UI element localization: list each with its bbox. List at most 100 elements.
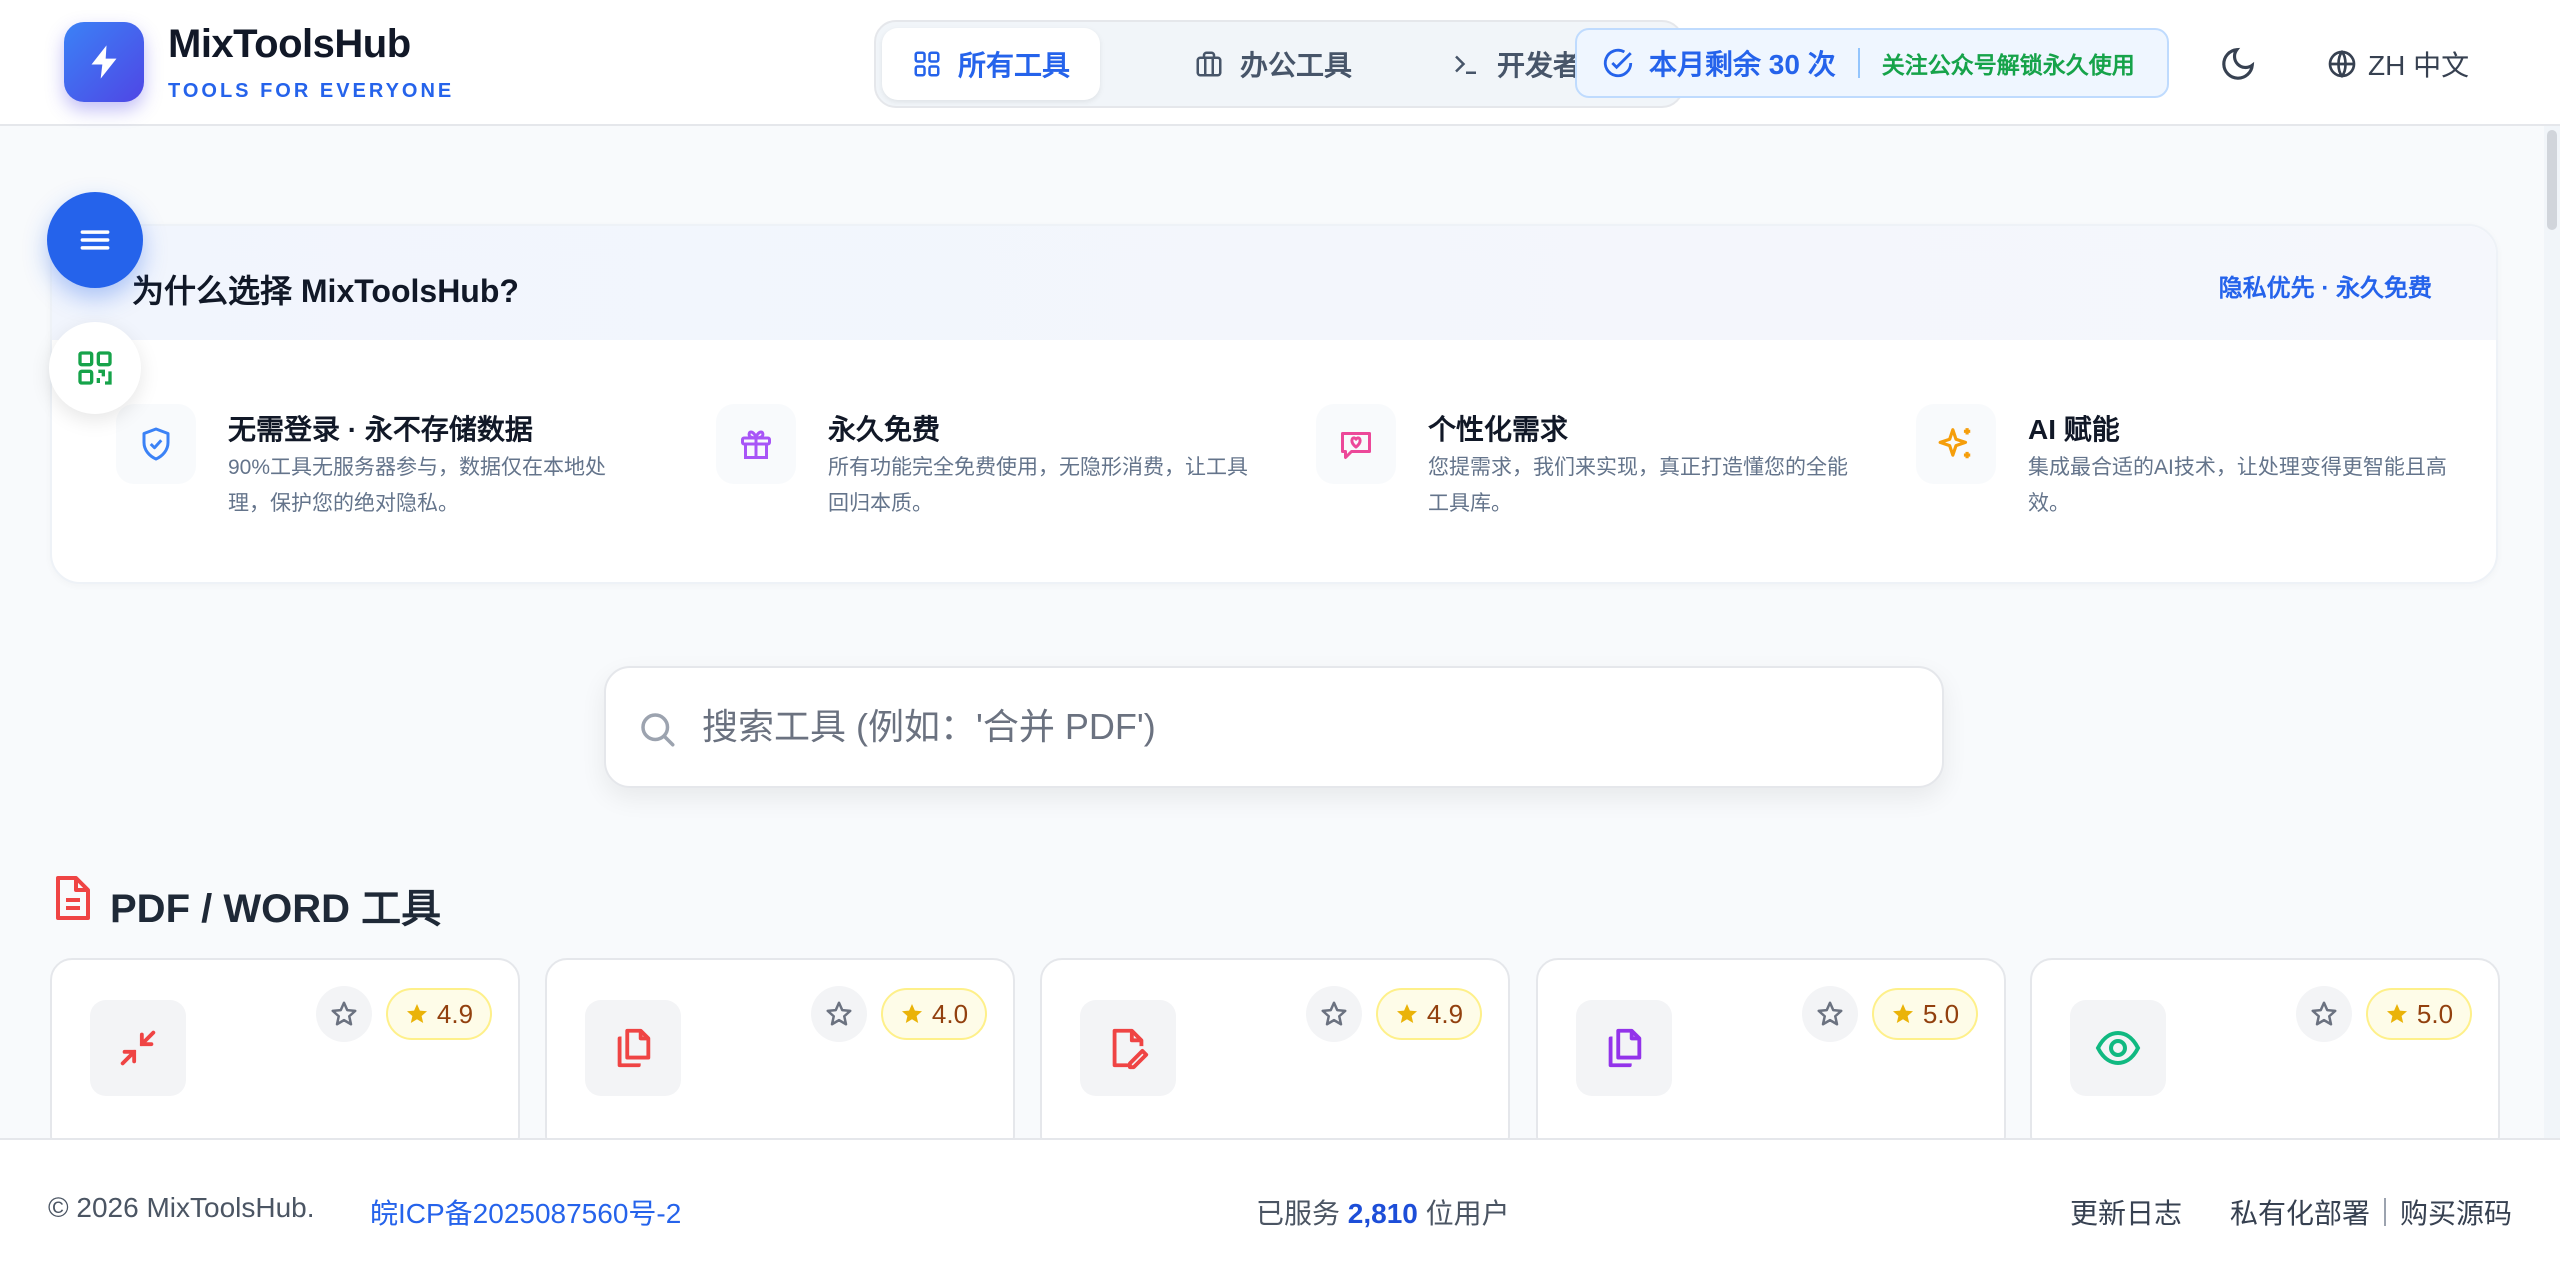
- unlock-link[interactable]: 关注公众号解锁永久使用: [1882, 46, 2135, 80]
- tab-office-tools[interactable]: 办公工具: [1164, 28, 1382, 100]
- brand-name[interactable]: MixToolsHub: [168, 22, 411, 67]
- tool-icon-box: [90, 1000, 186, 1096]
- tool-icon-box: [2070, 1000, 2166, 1096]
- moon-icon: [2222, 47, 2255, 80]
- divider: [1857, 48, 1860, 78]
- stats-count: 2,810: [1347, 1198, 1418, 1229]
- tool-card[interactable]: 4.0: [545, 958, 1015, 1158]
- favorite-button[interactable]: [1802, 986, 1858, 1042]
- section-title: PDF / WORD 工具: [110, 887, 442, 931]
- star-outline-icon: [2311, 1001, 2337, 1026]
- buy-source-link[interactable]: 购买源码: [2400, 1192, 2512, 1232]
- language-label: ZH 中文: [2368, 50, 2470, 81]
- floating-menu-button[interactable]: [47, 192, 143, 288]
- favorite-button[interactable]: [1306, 986, 1362, 1042]
- terminal-icon: [1455, 55, 1476, 74]
- feature-desc: 90%工具无服务器参与，数据仅在本地处理，保护您的绝对隐私。: [228, 456, 607, 515]
- tab-label: 办公工具: [1240, 50, 1353, 81]
- tool-card[interactable]: 4.9: [50, 958, 520, 1158]
- lightning-icon: [91, 45, 117, 79]
- search-bar[interactable]: [604, 666, 1944, 788]
- rating-value: 4.9: [1426, 998, 1464, 1029]
- category-nav: 所有工具 办公工具 开发者: [874, 20, 1684, 108]
- feature-title: 个性化需求: [1428, 414, 1569, 445]
- search-icon: [641, 713, 675, 747]
- eye-icon: [2095, 1030, 2141, 1066]
- menu-icon: [80, 230, 110, 250]
- language-switcher[interactable]: ZH 中文: [2326, 38, 2469, 90]
- rating-value: 4.0: [931, 998, 969, 1029]
- message-heart-icon: [1341, 432, 1371, 459]
- quota-banner[interactable]: 本月剩余 30 次 关注公众号解锁永久使用: [1575, 28, 2169, 98]
- stats-suffix: 位用户: [1425, 1198, 1510, 1229]
- footer-links: 更新日志 私有化部署 购买源码: [2070, 1192, 2512, 1232]
- tab-all-tools[interactable]: 所有工具: [882, 28, 1101, 100]
- favorite-button[interactable]: [2296, 986, 2352, 1042]
- user-stats: 已服务 2,810 位用户: [1256, 1192, 1510, 1232]
- briefcase-icon: [1196, 51, 1222, 77]
- star-icon: [1892, 1004, 1913, 1023]
- search-input[interactable]: [702, 668, 1902, 786]
- changelog-link[interactable]: 更新日志: [2070, 1192, 2182, 1232]
- divider: [2383, 1198, 2386, 1226]
- star-icon: [406, 1004, 427, 1023]
- file-edit-icon: [1112, 1028, 1149, 1070]
- rating-value: 4.9: [436, 998, 474, 1029]
- check-circle-icon: [1603, 48, 1633, 78]
- copy-file-icon: [1608, 1028, 1642, 1068]
- privacy-badge: 隐私优先 · 永久免费: [2218, 275, 2432, 302]
- quota-remaining: 本月剩余 30 次: [1649, 49, 1836, 80]
- feature-title: AI 赋能: [2028, 414, 2120, 445]
- sparkles-icon: [1938, 428, 1971, 459]
- grid-icon: [914, 51, 940, 77]
- icp-link[interactable]: 皖ICP备2025087560号-2: [370, 1192, 681, 1232]
- document-icon: [56, 876, 90, 920]
- star-outline-icon: [1321, 1001, 1347, 1026]
- tool-icon-box: [1080, 1000, 1176, 1096]
- why-choose-card: 为什么选择 MixToolsHub? 隐私优先 · 永久免费 无需登录 · 永不…: [50, 224, 2498, 584]
- tab-label: 开发者: [1497, 50, 1582, 81]
- tool-icon-box: [1576, 1000, 1672, 1096]
- feature-title: 无需登录 · 永不存储数据: [228, 414, 533, 445]
- star-icon: [1396, 1004, 1417, 1023]
- private-deploy-link[interactable]: 私有化部署: [2230, 1192, 2370, 1232]
- feature-title: 永久免费: [828, 414, 941, 445]
- scrollbar-track[interactable]: [2544, 126, 2560, 1138]
- feature-icon-box: [116, 404, 196, 484]
- why-card-header: 为什么选择 MixToolsHub? 隐私优先 · 永久免费: [52, 226, 2496, 340]
- star-icon: [901, 1004, 922, 1023]
- rating-value: 5.0: [1922, 998, 1960, 1029]
- qr-code-icon: [78, 351, 112, 385]
- favorite-button[interactable]: [316, 986, 372, 1042]
- footer: © 2026 MixToolsHub. 皖ICP备2025087560号-2 已…: [0, 1138, 2560, 1278]
- rating-value: 5.0: [2416, 998, 2454, 1029]
- tool-card[interactable]: 5.0: [2030, 958, 2500, 1158]
- why-title: 为什么选择 MixToolsHub?: [132, 273, 519, 309]
- brand-tagline: TOOLS FOR EVERYONE: [168, 80, 455, 102]
- top-header: MixToolsHub TOOLS FOR EVERYONE 所有工具 办公工具…: [0, 0, 2560, 126]
- star-icon: [2386, 1004, 2407, 1023]
- star-outline-icon: [1817, 1001, 1843, 1026]
- tool-card[interactable]: 5.0: [1536, 958, 2006, 1158]
- feature-desc: 集成最合适的AI技术，让处理变得更智能且高效。: [2028, 456, 2447, 515]
- copyright: © 2026 MixToolsHub.: [48, 1192, 315, 1223]
- favorite-button[interactable]: [811, 986, 867, 1042]
- gift-icon: [741, 430, 771, 459]
- globe-icon: [2328, 49, 2356, 79]
- tool-card[interactable]: 4.9: [1040, 958, 1510, 1158]
- feature-icon-box: [716, 404, 796, 484]
- rating-badge: 4.9: [1376, 988, 1482, 1040]
- scrollbar-thumb[interactable]: [2547, 130, 2557, 230]
- rating-badge: 4.9: [386, 988, 492, 1040]
- shield-check-icon: [142, 427, 170, 461]
- floating-qr-button[interactable]: [49, 322, 141, 414]
- stats-prefix: 已服务: [1256, 1198, 1341, 1229]
- feature-custom-needs: 个性化需求 您提需求，我们来实现，真正打造懂您的全能工具库。: [1316, 404, 1896, 544]
- feature-no-login: 无需登录 · 永不存储数据 90%工具无服务器参与，数据仅在本地处理，保护您的绝…: [116, 404, 696, 544]
- rating-badge: 4.0: [881, 988, 987, 1040]
- tab-label: 所有工具: [958, 50, 1071, 81]
- feature-desc: 您提需求，我们来实现，真正打造懂您的全能工具库。: [1428, 456, 1848, 515]
- logo[interactable]: [64, 22, 144, 102]
- theme-toggle-button[interactable]: [2212, 38, 2264, 90]
- compress-icon: [120, 1030, 156, 1066]
